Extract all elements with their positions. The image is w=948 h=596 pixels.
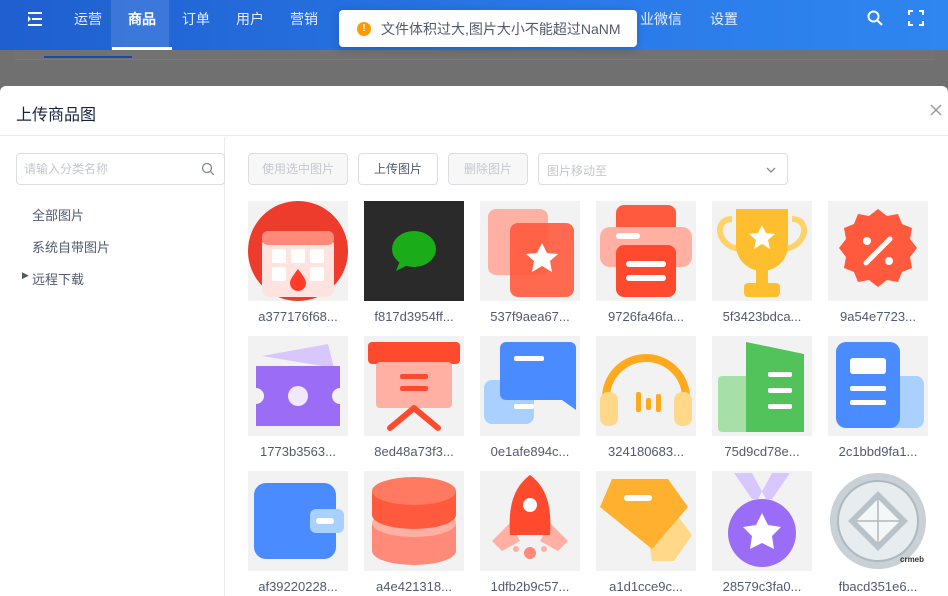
fullscreen-icon[interactable] bbox=[907, 9, 925, 27]
upload-image-button[interactable]: 上传图片 bbox=[358, 153, 438, 185]
delete-image-button[interactable]: 删除图片 bbox=[448, 153, 528, 185]
image-caption: 324180683... bbox=[608, 444, 684, 459]
image-caption: a377176f68... bbox=[258, 309, 338, 324]
image-item[interactable]: a377176f68... bbox=[248, 201, 348, 324]
nav-item-wechat[interactable]: 业微信 bbox=[636, 0, 686, 50]
image-item[interactable]: a1d1cce9c... bbox=[596, 471, 696, 594]
tree-item-all-images[interactable]: 全部图片 bbox=[32, 205, 84, 224]
category-sidebar: 全部图片 系统自带图片 ▶ 远程下载 bbox=[0, 137, 225, 596]
move-to-placeholder: 图片移动至 bbox=[547, 164, 608, 178]
image-item[interactable]: 537f9aea67... bbox=[480, 201, 580, 324]
nav-item-marketing[interactable]: 营销 bbox=[286, 0, 322, 50]
nav-item-orders[interactable]: 订单 bbox=[178, 0, 214, 50]
menu-toggle-icon[interactable] bbox=[26, 10, 44, 28]
image-caption: 9726fa46fa... bbox=[608, 309, 684, 324]
medal-icon bbox=[712, 471, 812, 571]
caret-right-icon[interactable]: ▶ bbox=[22, 270, 29, 281]
document-icon bbox=[828, 336, 928, 436]
modal-header: 上传商品图 bbox=[0, 86, 948, 136]
background-tab-underline bbox=[44, 56, 132, 58]
rocket-icon bbox=[480, 471, 580, 571]
search-icon[interactable] bbox=[201, 162, 215, 176]
tag-icon bbox=[596, 471, 696, 571]
search-icon[interactable] bbox=[866, 9, 884, 27]
image-item[interactable]: 2c1bbd9fa1... bbox=[828, 336, 928, 459]
background-page bbox=[0, 50, 948, 86]
ticket-icon bbox=[248, 336, 348, 436]
chevron-down-icon bbox=[766, 167, 776, 173]
messages-icon bbox=[480, 336, 580, 436]
image-item[interactable]: f817d3954ff... bbox=[364, 201, 464, 324]
image-caption: a1d1cce9c... bbox=[609, 579, 683, 594]
image-item[interactable]: 1773b3563... bbox=[248, 336, 348, 459]
printer-icon bbox=[596, 201, 696, 301]
image-item[interactable]: 8ed48a73f3... bbox=[364, 336, 464, 459]
headphones-icon bbox=[596, 336, 696, 436]
image-caption: 1dfb2b9c57... bbox=[490, 579, 570, 594]
nav-item-settings[interactable]: 设置 bbox=[706, 0, 742, 50]
modal-title: 上传商品图 bbox=[16, 107, 97, 124]
nav-item-operations[interactable]: 运营 bbox=[70, 0, 106, 50]
tree-item-system-images[interactable]: 系统自带图片 bbox=[32, 237, 110, 256]
image-caption: a4e421318... bbox=[376, 579, 452, 594]
image-caption: 537f9aea67... bbox=[490, 309, 570, 324]
wallet-icon bbox=[248, 471, 348, 571]
calendar-icon bbox=[248, 201, 348, 301]
image-caption: 2c1bbd9fa1... bbox=[838, 444, 918, 459]
discount-badge-icon bbox=[828, 201, 928, 301]
tree-item-remote-download[interactable]: 远程下载 bbox=[32, 269, 84, 288]
image-caption: 0e1afe894c... bbox=[490, 444, 570, 459]
image-item[interactable]: a4e421318... bbox=[364, 471, 464, 594]
image-item[interactable]: 9a54e7723... bbox=[828, 201, 928, 324]
close-icon[interactable] bbox=[928, 102, 944, 118]
building-icon bbox=[712, 336, 812, 436]
chat-bubble-icon bbox=[364, 201, 464, 301]
image-item[interactable]: 28579c3fa0... bbox=[712, 471, 812, 594]
image-item[interactable]: 324180683... bbox=[596, 336, 696, 459]
image-caption: af39220228... bbox=[258, 579, 338, 594]
image-item[interactable]: 1dfb2b9c57... bbox=[480, 471, 580, 594]
trophy-icon bbox=[712, 201, 812, 301]
image-caption: 1773b3563... bbox=[260, 444, 336, 459]
image-item[interactable]: fbacd351e6... bbox=[828, 471, 928, 594]
category-search-input[interactable] bbox=[17, 154, 187, 184]
nav-item-users[interactable]: 用户 bbox=[232, 0, 268, 50]
image-item[interactable]: 75d9cd78e... bbox=[712, 336, 812, 459]
image-caption: 28579c3fa0... bbox=[722, 579, 802, 594]
database-icon bbox=[364, 471, 464, 571]
image-caption: 8ed48a73f3... bbox=[374, 444, 454, 459]
warning-toast: ! 文件体积过大,图片大小不能超过NaNM bbox=[339, 10, 637, 47]
background-tab-bar bbox=[15, 50, 935, 60]
image-item[interactable]: af39220228... bbox=[248, 471, 348, 594]
toast-message: 文件体积过大,图片大小不能超过NaNM bbox=[381, 20, 621, 37]
use-selected-button[interactable]: 使用选中图片 bbox=[248, 153, 348, 185]
image-item[interactable]: 5f3423bdca... bbox=[712, 201, 812, 324]
presentation-board-icon bbox=[364, 336, 464, 436]
image-item[interactable]: 0e1afe894c... bbox=[480, 336, 580, 459]
image-caption: 5f3423bdca... bbox=[722, 309, 802, 324]
image-caption: 9a54e7723... bbox=[840, 309, 916, 324]
category-search-box bbox=[16, 153, 225, 185]
image-caption: 75d9cd78e... bbox=[724, 444, 800, 459]
move-to-select[interactable]: 图片移动至 bbox=[538, 153, 788, 185]
image-caption: f817d3954ff... bbox=[374, 309, 454, 324]
upload-image-modal: 上传商品图 全部图片 系统自带图片 ▶ 远程下载 使用选中图片 上传图片 删除图… bbox=[0, 86, 948, 596]
image-item[interactable]: 9726fa46fa... bbox=[596, 201, 696, 324]
warning-icon: ! bbox=[357, 21, 371, 36]
star-cards-icon bbox=[480, 201, 580, 301]
image-caption: fbacd351e6... bbox=[838, 579, 918, 594]
nav-item-products[interactable]: 商品 bbox=[112, 0, 172, 50]
watermark-logo: crmeb bbox=[900, 555, 925, 564]
